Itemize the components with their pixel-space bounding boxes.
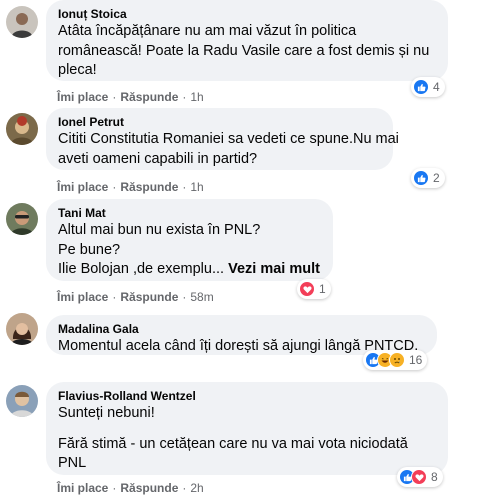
comment-bubble: Flavius-Rolland Wentzel Sunteți nebuni! …: [46, 382, 448, 475]
sad-icon: [389, 352, 405, 368]
comment-actions: Îmi place · Răspunde · 2h: [57, 481, 204, 495]
like-icon: [413, 79, 429, 95]
reply-link[interactable]: Răspunde: [120, 90, 178, 104]
comment-timestamp[interactable]: 1h: [190, 180, 203, 194]
avatar[interactable]: [6, 113, 38, 145]
reply-link[interactable]: Răspunde: [120, 180, 178, 194]
avatar[interactable]: [6, 313, 38, 345]
reaction-count: 16: [409, 353, 423, 367]
comment-text: Sunteți nebuni! Fără stimă - un cetățean…: [58, 404, 436, 474]
comment-line: pleca!: [58, 62, 97, 78]
comment-line: PNL: [58, 455, 87, 471]
comment-text: Cititi Constitutia Romaniei sa vedeti ce…: [58, 130, 399, 169]
comment-actions: Îmi place · Răspunde · 1h: [57, 90, 204, 104]
reaction-count: 1: [319, 282, 326, 296]
reaction-count: 2: [433, 171, 440, 185]
reply-link[interactable]: Răspunde: [120, 481, 178, 495]
comment-line: aveti oameni capabili in partid?: [58, 150, 258, 167]
comment-line: Cititi Constitutia Romaniei sa vedeti ce…: [58, 131, 399, 147]
comment-author[interactable]: Ionuț Stoica: [58, 7, 436, 22]
comment-timestamp[interactable]: 1h: [190, 90, 203, 104]
comment-line: Sunteți nebuni!: [58, 405, 155, 421]
avatar[interactable]: [6, 6, 38, 38]
comment-line: Altul mai bun nu exista în PNL?: [58, 222, 261, 238]
like-link[interactable]: Îmi place: [57, 180, 108, 194]
comment-bubble: Madalina Gala Momentul acela când îți do…: [46, 315, 437, 355]
comment-line: Atâta încăpățânare nu am mai văzut în po…: [58, 23, 357, 39]
see-more-link[interactable]: Vezi mai mult: [228, 261, 320, 277]
reply-link[interactable]: Răspunde: [120, 290, 178, 304]
comment-bubble: Ionel Petrut Cititi Constitutia Romaniei…: [46, 108, 399, 170]
reaction-summary[interactable]: 2: [411, 168, 445, 188]
reaction-count: 8: [431, 470, 438, 484]
comment-actions: Îmi place · Răspunde · 58m: [57, 290, 214, 304]
comment-bubble: Ionuț Stoica Atâta încăpățânare nu am ma…: [46, 0, 448, 81]
reaction-summary[interactable]: 16: [363, 350, 428, 370]
like-link[interactable]: Îmi place: [57, 481, 108, 495]
comment-author[interactable]: Madalina Gala: [58, 322, 425, 337]
comment-line: românească! Poate la Radu Vasile care a …: [58, 42, 430, 59]
reaction-summary[interactable]: 1: [297, 279, 331, 299]
like-link[interactable]: Îmi place: [57, 90, 108, 104]
reaction-summary[interactable]: 8: [397, 467, 443, 487]
comment-text: Atâta încăpățânare nu am mai văzut în po…: [58, 22, 436, 81]
comment-line: Pe bune?: [58, 241, 121, 258]
comment-text: Altul mai bun nu exista în PNL? Pe bune?…: [58, 221, 321, 280]
reaction-summary[interactable]: 4: [411, 77, 445, 97]
comment-author[interactable]: Ionel Petrut: [58, 115, 381, 130]
comment-author[interactable]: Flavius-Rolland Wentzel: [58, 389, 436, 404]
comment-timestamp[interactable]: 2h: [190, 481, 203, 495]
avatar[interactable]: [6, 203, 38, 235]
avatar[interactable]: [6, 385, 38, 417]
love-icon: [411, 469, 427, 485]
comment-line: Ilie Bolojan ,de exemplu... Vezi mai mul…: [58, 261, 320, 277]
like-icon: [413, 170, 429, 186]
comment-bubble: Tani Mat Altul mai bun nu exista în PNL?…: [46, 199, 333, 281]
comment-actions: Îmi place · Răspunde · 1h: [57, 180, 204, 194]
comment-author[interactable]: Tani Mat: [58, 206, 321, 221]
reaction-count: 4: [433, 80, 440, 94]
comment-line: Fără stimă - un cetățean care nu va mai …: [58, 435, 408, 452]
like-link[interactable]: Îmi place: [57, 290, 108, 304]
comment-timestamp[interactable]: 58m: [190, 290, 213, 304]
love-icon: [299, 281, 315, 297]
